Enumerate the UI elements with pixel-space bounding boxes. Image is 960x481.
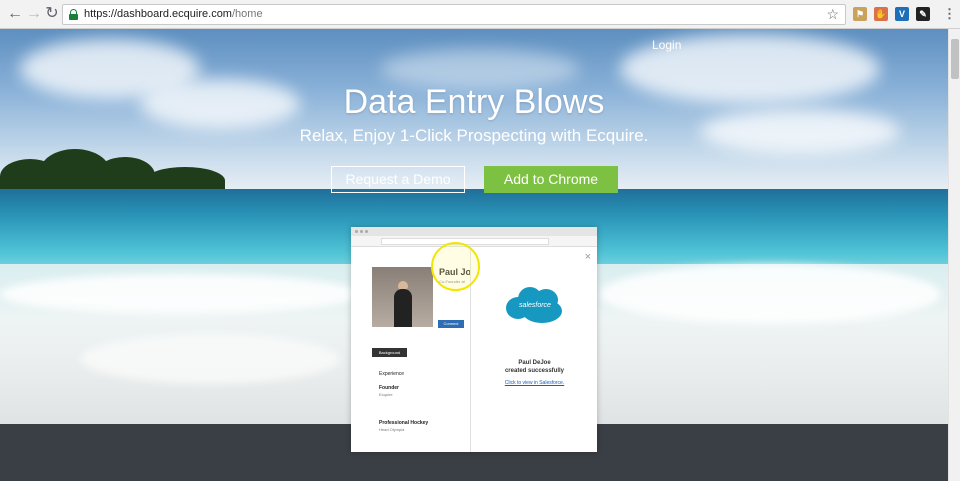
extension-icon[interactable]: ✎ (916, 7, 930, 21)
created-name: Paul DeJoe (518, 360, 551, 366)
created-status: created successfully (504, 368, 565, 374)
url-text: https://dashboard.ecquire.com/home (84, 8, 263, 20)
close-icon: × (584, 251, 591, 263)
extension-icon[interactable]: V (895, 7, 909, 21)
star-icon[interactable]: ☆ (826, 6, 839, 23)
address-bar[interactable]: https://dashboard.ecquire.com/home ☆ (62, 4, 846, 25)
menu-icon[interactable]: ⋮ (943, 5, 956, 23)
extension-icon[interactable]: ⚑ (853, 7, 867, 21)
scroll-thumb[interactable] (951, 39, 959, 79)
reload-icon[interactable]: ↻ (43, 5, 61, 23)
cursor-highlight (431, 242, 480, 291)
forward-icon[interactable]: → (25, 5, 43, 23)
request-demo-button[interactable]: Request a Demo (331, 166, 465, 193)
job-company: Head Olympia (379, 427, 405, 432)
hero-subtitle: Relax, Enjoy 1-Click Prospecting with Ec… (299, 126, 649, 145)
browser-toolbar: ← → ↻ https://dashboard.ecquire.com/home… (0, 0, 960, 29)
job-title: Professional Hockey (379, 420, 429, 426)
back-icon[interactable]: ← (6, 5, 24, 23)
background-tab: Background (372, 348, 407, 357)
salesforce-brand: salesforce (519, 302, 551, 309)
login-link[interactable]: Login (652, 38, 681, 52)
profile-photo (372, 267, 433, 327)
salesforce-popup: × salesforce Paul DeJoe created successf… (470, 247, 597, 452)
view-in-salesforce-link: Click to view in Salesforce. (504, 380, 565, 386)
extension-icon[interactable]: ✋ (874, 7, 888, 21)
island (0, 149, 230, 194)
lock-icon (69, 9, 78, 20)
hero-title: Data Entry Blows (343, 83, 605, 121)
experience-heading: Experience (379, 371, 405, 377)
connect-button: Connect (438, 320, 464, 328)
add-to-chrome-button[interactable]: Add to Chrome (484, 166, 618, 193)
job-title: Founder (379, 385, 399, 391)
scrollbar[interactable] (948, 29, 960, 481)
job-company: Ecquire (379, 392, 393, 397)
